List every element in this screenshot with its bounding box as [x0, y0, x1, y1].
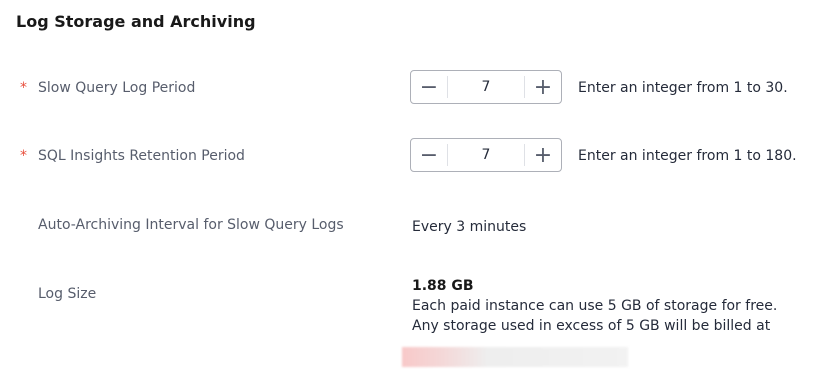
log-size-info: 1.88 GB Each paid instance can use 5 GB …	[412, 276, 777, 336]
log-size-label: Log Size	[38, 286, 97, 302]
auto-archiving-interval-value: Every 3 minutes	[412, 219, 527, 235]
stepper-value[interactable]: 7	[447, 76, 525, 98]
increment-button[interactable]: +	[525, 71, 561, 103]
sql-insights-retention-period-stepper[interactable]: − 7 +	[410, 138, 562, 172]
required-star: *	[20, 148, 27, 164]
sql-insights-retention-period-label: SQL Insights Retention Period	[38, 148, 245, 164]
decrement-button[interactable]: −	[411, 71, 447, 103]
slow-query-log-period-hint: Enter an integer from 1 to 30.	[578, 80, 788, 96]
stepper-value[interactable]: 7	[447, 144, 525, 166]
decrement-button[interactable]: −	[411, 139, 447, 171]
required-star: *	[20, 80, 27, 96]
log-size-free-note: Each paid instance can use 5 GB of stora…	[412, 298, 778, 314]
slow-query-log-period-label: Slow Query Log Period	[38, 80, 196, 96]
sql-insights-retention-period-hint: Enter an integer from 1 to 180.	[578, 148, 797, 164]
log-size-value: 1.88 GB	[412, 278, 474, 294]
increment-button[interactable]: +	[525, 139, 561, 171]
section-title: Log Storage and Archiving	[16, 12, 256, 31]
log-size-billing-note: Any storage used in excess of 5 GB will …	[412, 318, 771, 334]
auto-archiving-interval-label: Auto-Archiving Interval for Slow Query L…	[38, 217, 344, 233]
redacted-price	[402, 347, 628, 367]
slow-query-log-period-stepper[interactable]: − 7 +	[410, 70, 562, 104]
